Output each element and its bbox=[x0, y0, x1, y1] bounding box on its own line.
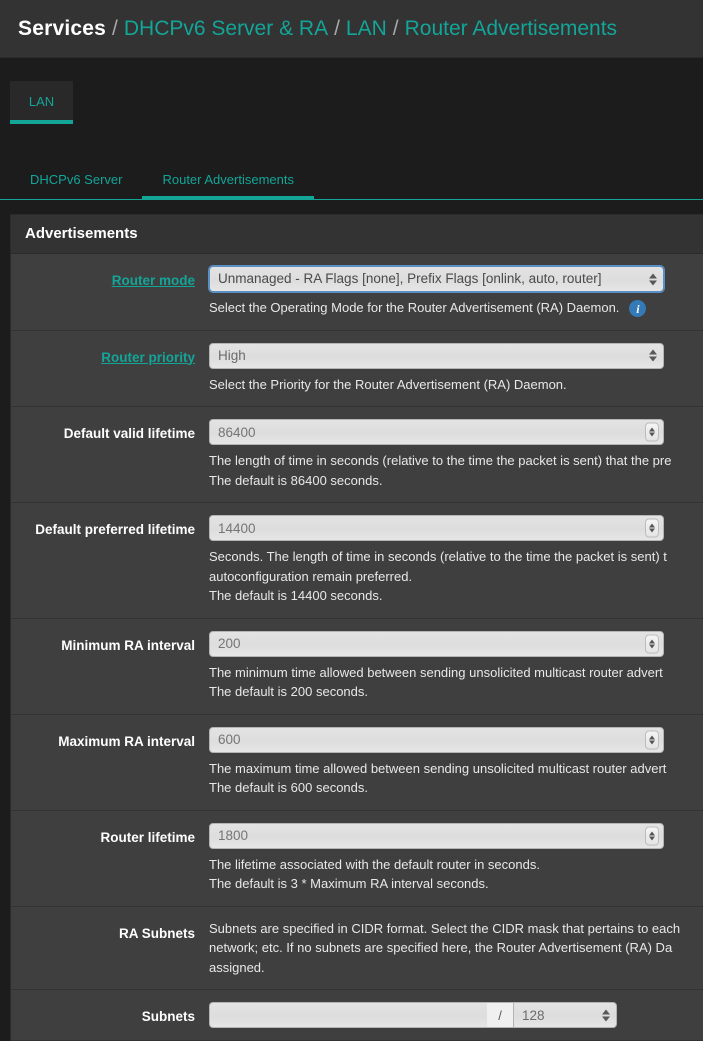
breadcrumb-separator: / bbox=[392, 17, 399, 40]
help-text-line3: The default is 14400 seconds. bbox=[209, 588, 383, 603]
interface-tab-bar: LAN bbox=[0, 58, 703, 124]
label-router-priority: Router priority bbox=[11, 343, 209, 367]
sub-tab-bar: DHCPv6 Server Router Advertisements bbox=[0, 138, 703, 200]
form-row-router-lifetime: Router lifetime The lifetime associated … bbox=[11, 811, 703, 907]
breadcrumb-current: Router Advertisements bbox=[404, 17, 618, 40]
form-row-ra-subnets: RA Subnets Subnets are specified in CIDR… bbox=[11, 907, 703, 990]
cidr-mask-select[interactable]: 128 bbox=[513, 1002, 617, 1028]
label-router-mode-text[interactable]: Router mode bbox=[112, 273, 195, 288]
form-row-default-valid-lifetime: Default valid lifetime The length of tim… bbox=[11, 407, 703, 503]
help-default-valid-lifetime: The length of time in seconds (relative … bbox=[209, 451, 703, 490]
default-preferred-lifetime-wrap bbox=[209, 515, 664, 541]
label-router-mode: Router mode bbox=[11, 266, 209, 290]
help-text-line1: The lifetime associated with the default… bbox=[209, 856, 540, 872]
label-maximum-ra-interval: Maximum RA interval bbox=[58, 733, 195, 749]
help-text-line2: autoconfiguration remain preferred. bbox=[209, 568, 413, 584]
form-row-router-priority: Router priority High Select the Priority… bbox=[11, 331, 703, 407]
help-text-line2: The default is 86400 seconds. bbox=[209, 472, 383, 488]
router-lifetime-input[interactable] bbox=[209, 822, 664, 849]
control-col-default-preferred-lifetime: Seconds. The length of time in seconds (… bbox=[209, 515, 703, 606]
tab-label: Router Advertisements bbox=[162, 172, 294, 187]
advertisements-panel: Advertisements Router mode Unmanaged - R… bbox=[10, 214, 703, 1041]
label-default-valid-lifetime: Default valid lifetime bbox=[63, 426, 195, 441]
breadcrumb-link-dhcpv6[interactable]: DHCPv6 Server & RA bbox=[124, 17, 328, 40]
help-text-line2: network; etc. If no subnets are specifie… bbox=[209, 940, 673, 955]
page-title: Advertisements bbox=[25, 225, 138, 242]
help-ra-subnets: Subnets are specified in CIDR format. Se… bbox=[209, 919, 703, 978]
help-router-mode: Select the Operating Mode for the Router… bbox=[209, 298, 703, 318]
panel-body: Router mode Unmanaged - RA Flags [none],… bbox=[11, 254, 703, 1041]
page-viewport: Services / DHCPv6 Server & RA / LAN / Router A… bbox=[0, 0, 703, 1041]
label-default-preferred-lifetime: Default preferred lifetime bbox=[35, 522, 195, 537]
label-router-priority-text[interactable]: Router priority bbox=[101, 350, 195, 365]
label-minimum-ra-interval: Minimum RA interval bbox=[61, 637, 195, 653]
help-text-line1: The minimum time allowed between sending… bbox=[209, 664, 663, 680]
help-text-line1: The maximum time allowed between sending… bbox=[209, 760, 667, 776]
cidr-slash-separator: / bbox=[487, 1002, 513, 1028]
help-router-priority: Select the Priority for the Router Adver… bbox=[209, 375, 703, 395]
control-col-router-priority: High Select the Priority for the Router … bbox=[209, 342, 703, 395]
form-row-default-preferred-lifetime: Default preferred lifetime Seconds. The … bbox=[11, 503, 703, 619]
help-text-line3: assigned. bbox=[209, 959, 265, 975]
control-col-router-lifetime: The lifetime associated with the default… bbox=[209, 822, 703, 894]
help-text-line1: Seconds. The length of time in seconds (… bbox=[209, 549, 667, 564]
control-col-router-mode: Unmanaged - RA Flags [none], Prefix Flag… bbox=[209, 266, 703, 318]
tab-label: DHCPv6 Server bbox=[30, 172, 123, 187]
help-router-lifetime: The lifetime associated with the default… bbox=[209, 855, 703, 894]
help-text: Select the Operating Mode for the Router… bbox=[209, 300, 620, 315]
breadcrumb: Services / DHCPv6 Server & RA / LAN / Router A… bbox=[18, 18, 617, 39]
help-text-line1: Subnets are specified in CIDR format. Se… bbox=[209, 920, 681, 936]
control-col-maximum-ra-interval: The maximum time allowed between sending… bbox=[209, 726, 703, 798]
breadcrumb-separator: / bbox=[334, 17, 340, 40]
help-text-line2: The default is 3 * Maximum RA interval s… bbox=[209, 876, 489, 891]
info-circle-icon[interactable]: i bbox=[629, 300, 647, 317]
help-text-line2: The default is 600 seconds. bbox=[209, 780, 368, 795]
default-preferred-lifetime-input[interactable] bbox=[209, 515, 664, 541]
subnet-address-input[interactable] bbox=[209, 1002, 487, 1028]
panel-heading: Advertisements bbox=[11, 215, 703, 254]
breadcrumb-bar: Services / DHCPv6 Server & RA / LAN / Router A… bbox=[0, 0, 703, 58]
router-priority-select[interactable]: High bbox=[209, 342, 664, 369]
form-row-maximum-ra-interval: Maximum RA interval The maximum time all… bbox=[11, 715, 703, 811]
default-valid-lifetime-wrap bbox=[209, 419, 664, 445]
router-priority-select-wrap: High bbox=[209, 342, 664, 369]
label-router-lifetime: Router lifetime bbox=[100, 829, 195, 845]
form-row-minimum-ra-interval: Minimum RA interval The minimum time all… bbox=[11, 619, 703, 715]
help-text-line2: The default is 200 seconds. bbox=[209, 684, 368, 699]
default-valid-lifetime-input[interactable] bbox=[209, 419, 664, 445]
minimum-ra-interval-input[interactable] bbox=[209, 630, 664, 657]
maximum-ra-interval-input[interactable] bbox=[209, 726, 664, 753]
maximum-ra-interval-wrap bbox=[209, 726, 664, 753]
help-text: Select the Priority for the Router Adver… bbox=[209, 376, 567, 392]
tab-dhcpv6-server[interactable]: DHCPv6 Server bbox=[10, 163, 142, 200]
breadcrumb-link-lan[interactable]: LAN bbox=[346, 17, 387, 40]
form-row-router-mode: Router mode Unmanaged - RA Flags [none],… bbox=[11, 254, 703, 331]
help-default-preferred-lifetime: Seconds. The length of time in seconds (… bbox=[209, 547, 703, 606]
help-minimum-ra-interval: The minimum time allowed between sending… bbox=[209, 663, 703, 702]
label-ra-subnets: RA Subnets bbox=[118, 925, 195, 941]
control-col-default-valid-lifetime: The length of time in seconds (relative … bbox=[209, 419, 703, 490]
router-lifetime-wrap bbox=[209, 822, 664, 849]
breadcrumb-separator: / bbox=[112, 17, 118, 40]
interface-tab-lan[interactable]: LAN bbox=[10, 81, 73, 124]
breadcrumb-root: Services bbox=[18, 17, 107, 40]
subnets-input-group: / 128 bbox=[209, 1002, 617, 1028]
control-col-minimum-ra-interval: The minimum time allowed between sending… bbox=[209, 630, 703, 702]
form-row-subnets: Subnets / 128 bbox=[11, 990, 703, 1041]
tab-router-advertisements[interactable]: Router Advertisements bbox=[142, 163, 314, 200]
control-col-ra-subnets: Subnets are specified in CIDR format. Se… bbox=[209, 919, 703, 978]
label-subnets: Subnets bbox=[141, 1009, 195, 1024]
help-text-line1: The length of time in seconds (relative … bbox=[209, 453, 672, 468]
router-mode-select[interactable]: Unmanaged - RA Flags [none], Prefix Flag… bbox=[209, 266, 664, 292]
minimum-ra-interval-wrap bbox=[209, 630, 664, 657]
cidr-mask-select-wrap: 128 bbox=[513, 1002, 617, 1028]
help-maximum-ra-interval: The maximum time allowed between sending… bbox=[209, 759, 703, 798]
interface-tab-label: LAN bbox=[28, 94, 55, 109]
page-root: Services / DHCPv6 Server & RA / LAN / Router A… bbox=[0, 0, 703, 1041]
control-col-subnets: / 128 bbox=[209, 1002, 703, 1028]
router-mode-select-wrap: Unmanaged - RA Flags [none], Prefix Flag… bbox=[209, 266, 664, 292]
